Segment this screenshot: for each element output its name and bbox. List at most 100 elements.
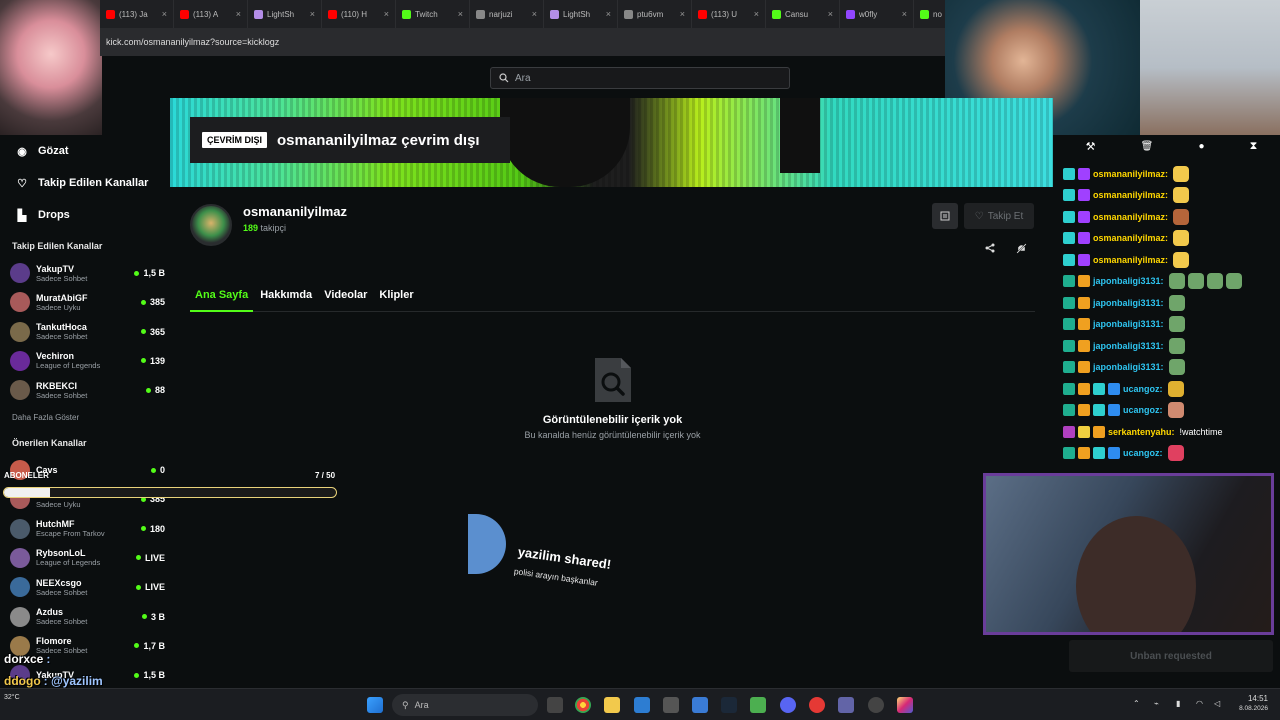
browser-tab[interactable]: ptu6vm ×: [618, 0, 692, 28]
browser-tab[interactable]: Cansu ×: [766, 0, 840, 28]
close-icon[interactable]: ×: [828, 9, 833, 19]
browser-tab[interactable]: no×: [914, 0, 945, 28]
browser-tab[interactable]: (110) H ×: [322, 0, 396, 28]
webcam-top-left: [0, 0, 102, 135]
discord-icon[interactable]: [780, 697, 796, 713]
channel-name: Flomore: [36, 636, 72, 647]
tab-home[interactable]: Ana Sayfa: [190, 286, 254, 312]
close-icon[interactable]: ×: [606, 9, 611, 19]
close-icon[interactable]: ×: [310, 9, 315, 19]
chat-username[interactable]: osmananilyilmaz:: [1093, 169, 1168, 179]
search-input[interactable]: Ara: [490, 67, 790, 89]
browser-tab[interactable]: LightSh ×: [544, 0, 618, 28]
chat-message: japonbaligi3131:: [1063, 357, 1280, 379]
taskbar-search[interactable]: ⚲ Ara: [392, 694, 538, 716]
viewer-count-value: 365: [149, 326, 165, 337]
show-more-link[interactable]: Daha Fazla Göster: [12, 413, 79, 422]
chat-username[interactable]: japonbaligi3131:: [1093, 341, 1164, 351]
file-explorer-icon[interactable]: [604, 697, 620, 713]
chat-username[interactable]: ucangoz:: [1123, 405, 1163, 415]
share-button[interactable]: [982, 240, 998, 256]
close-icon[interactable]: ×: [384, 9, 389, 19]
chrome-icon[interactable]: [575, 697, 591, 713]
close-icon[interactable]: ×: [236, 9, 241, 19]
browser-tab-label: narjuzi: [489, 9, 513, 19]
tray-chevron-icon[interactable]: ⌃: [1133, 699, 1140, 708]
mic-icon[interactable]: ▮: [1176, 699, 1180, 708]
chat-username[interactable]: serkantenyahu:: [1108, 427, 1175, 437]
address-bar[interactable]: kick.com/osmananilyilmaz?source=kicklogz: [100, 28, 945, 56]
sidebar-channel[interactable]: HutchMF Escape From Tarkov 180: [10, 515, 165, 543]
close-icon[interactable]: ×: [532, 9, 537, 19]
chat-username[interactable]: ucangoz:: [1123, 448, 1163, 458]
sidebar-channel[interactable]: YakupTV Sadece Sohbet 1,5 B: [10, 259, 165, 287]
browser-tab[interactable]: (113) A ×: [174, 0, 248, 28]
nav-item-browse[interactable]: ◉ Gözat: [0, 135, 170, 167]
close-icon[interactable]: ×: [162, 9, 167, 19]
task-view-icon[interactable]: [547, 697, 563, 713]
obs-icon[interactable]: [868, 697, 884, 713]
browser-tab[interactable]: w0fly ×: [840, 0, 914, 28]
browser-tab[interactable]: (113) Ja ×: [100, 0, 174, 28]
chat-username[interactable]: osmananilyilmaz:: [1093, 255, 1168, 265]
teams-icon[interactable]: [838, 697, 854, 713]
hourglass-icon[interactable]: ⧗: [1250, 140, 1258, 153]
hammer-icon[interactable]: ⚒: [1086, 140, 1096, 153]
volume-icon[interactable]: ◁: [1214, 699, 1220, 708]
steam-icon[interactable]: [721, 697, 737, 713]
sidebar-channel[interactable]: Azdus Sadece Sohbet 3 B: [10, 603, 165, 631]
viewer-count: 1,5 B: [134, 670, 165, 680]
sidebar-channel[interactable]: MuratAbiGFSadece Uyku 385: [10, 288, 165, 316]
chat-badge-icon: [1063, 361, 1075, 374]
follow-button[interactable]: ♡ Takip Et: [964, 203, 1034, 229]
clock[interactable]: 14:51 8.08.2026: [1232, 694, 1268, 712]
menu-button[interactable]: [932, 203, 958, 229]
browser-tab[interactable]: Twitch ×: [396, 0, 470, 28]
chat-username[interactable]: japonbaligi3131:: [1093, 319, 1164, 329]
chat-username[interactable]: japonbaligi3131:: [1093, 362, 1164, 372]
wifi-icon[interactable]: ◠: [1196, 699, 1203, 708]
windows-start-icon[interactable]: [367, 697, 383, 713]
close-icon[interactable]: ×: [902, 9, 907, 19]
browser-tab[interactable]: narjuzi ×: [470, 0, 544, 28]
channel-avatar[interactable]: [190, 204, 232, 246]
sidebar-channel[interactable]: RybsonLoL League of Legends LIVE: [10, 544, 165, 572]
nav-item-following[interactable]: ♡ Takip Edilen Kanallar: [0, 167, 170, 199]
trash-icon[interactable]: 🗑: [1141, 141, 1154, 152]
weather-widget[interactable]: 32°C: [4, 694, 20, 701]
app-icon[interactable]: [634, 697, 650, 713]
sidebar-channel[interactable]: NEEXcsgo Sadece Sohbet LIVE: [10, 573, 165, 601]
tab-about[interactable]: Hakkımda: [255, 286, 317, 312]
close-icon[interactable]: ×: [754, 9, 759, 19]
media-icon[interactable]: [809, 697, 825, 713]
browser-tab-label: (110) H: [341, 9, 368, 19]
unban-requested-button[interactable]: Unban requested: [1069, 640, 1273, 672]
chat-message: japonbaligi3131:: [1063, 314, 1280, 336]
channel-meta: TankutHoca Sadece Sohbet: [36, 322, 141, 341]
mail-icon[interactable]: [692, 697, 708, 713]
chat-username[interactable]: ucangoz:: [1123, 384, 1163, 394]
chat-username[interactable]: japonbaligi3131:: [1093, 298, 1164, 308]
chat-username[interactable]: japonbaligi3131:: [1093, 276, 1164, 286]
store-icon[interactable]: [663, 697, 679, 713]
nav-item-drops[interactable]: ▙ Drops: [0, 199, 170, 231]
browser-tab[interactable]: (113) U ×: [692, 0, 766, 28]
chat-username[interactable]: osmananilyilmaz:: [1093, 212, 1168, 222]
chat-username[interactable]: osmananilyilmaz:: [1093, 190, 1168, 200]
minecraft-icon[interactable]: [750, 697, 766, 713]
chat-message: osmananilyilmaz:: [1063, 185, 1280, 207]
close-icon[interactable]: ×: [680, 9, 685, 19]
chat-username[interactable]: osmananilyilmaz:: [1093, 233, 1168, 243]
instagram-icon[interactable]: [897, 697, 913, 713]
close-icon[interactable]: ×: [458, 9, 463, 19]
notify-toggle[interactable]: [1013, 240, 1029, 256]
sidebar-channel[interactable]: RKBEKCI Sadece Sohbet 88: [10, 376, 165, 404]
network-icon[interactable]: ⌁: [1154, 699, 1159, 708]
tab-videos[interactable]: Videolar: [319, 286, 372, 312]
sidebar-channel[interactable]: TankutHoca Sadece Sohbet 365: [10, 318, 165, 346]
tab-clips[interactable]: Klipler: [374, 286, 418, 312]
browser-tab[interactable]: LightSh ×: [248, 0, 322, 28]
sidebar-channel[interactable]: Vechiron League of Legends 139: [10, 347, 165, 375]
live-dot-icon: [135, 584, 141, 590]
chat-bubble-icon[interactable]: ●: [1198, 141, 1204, 152]
